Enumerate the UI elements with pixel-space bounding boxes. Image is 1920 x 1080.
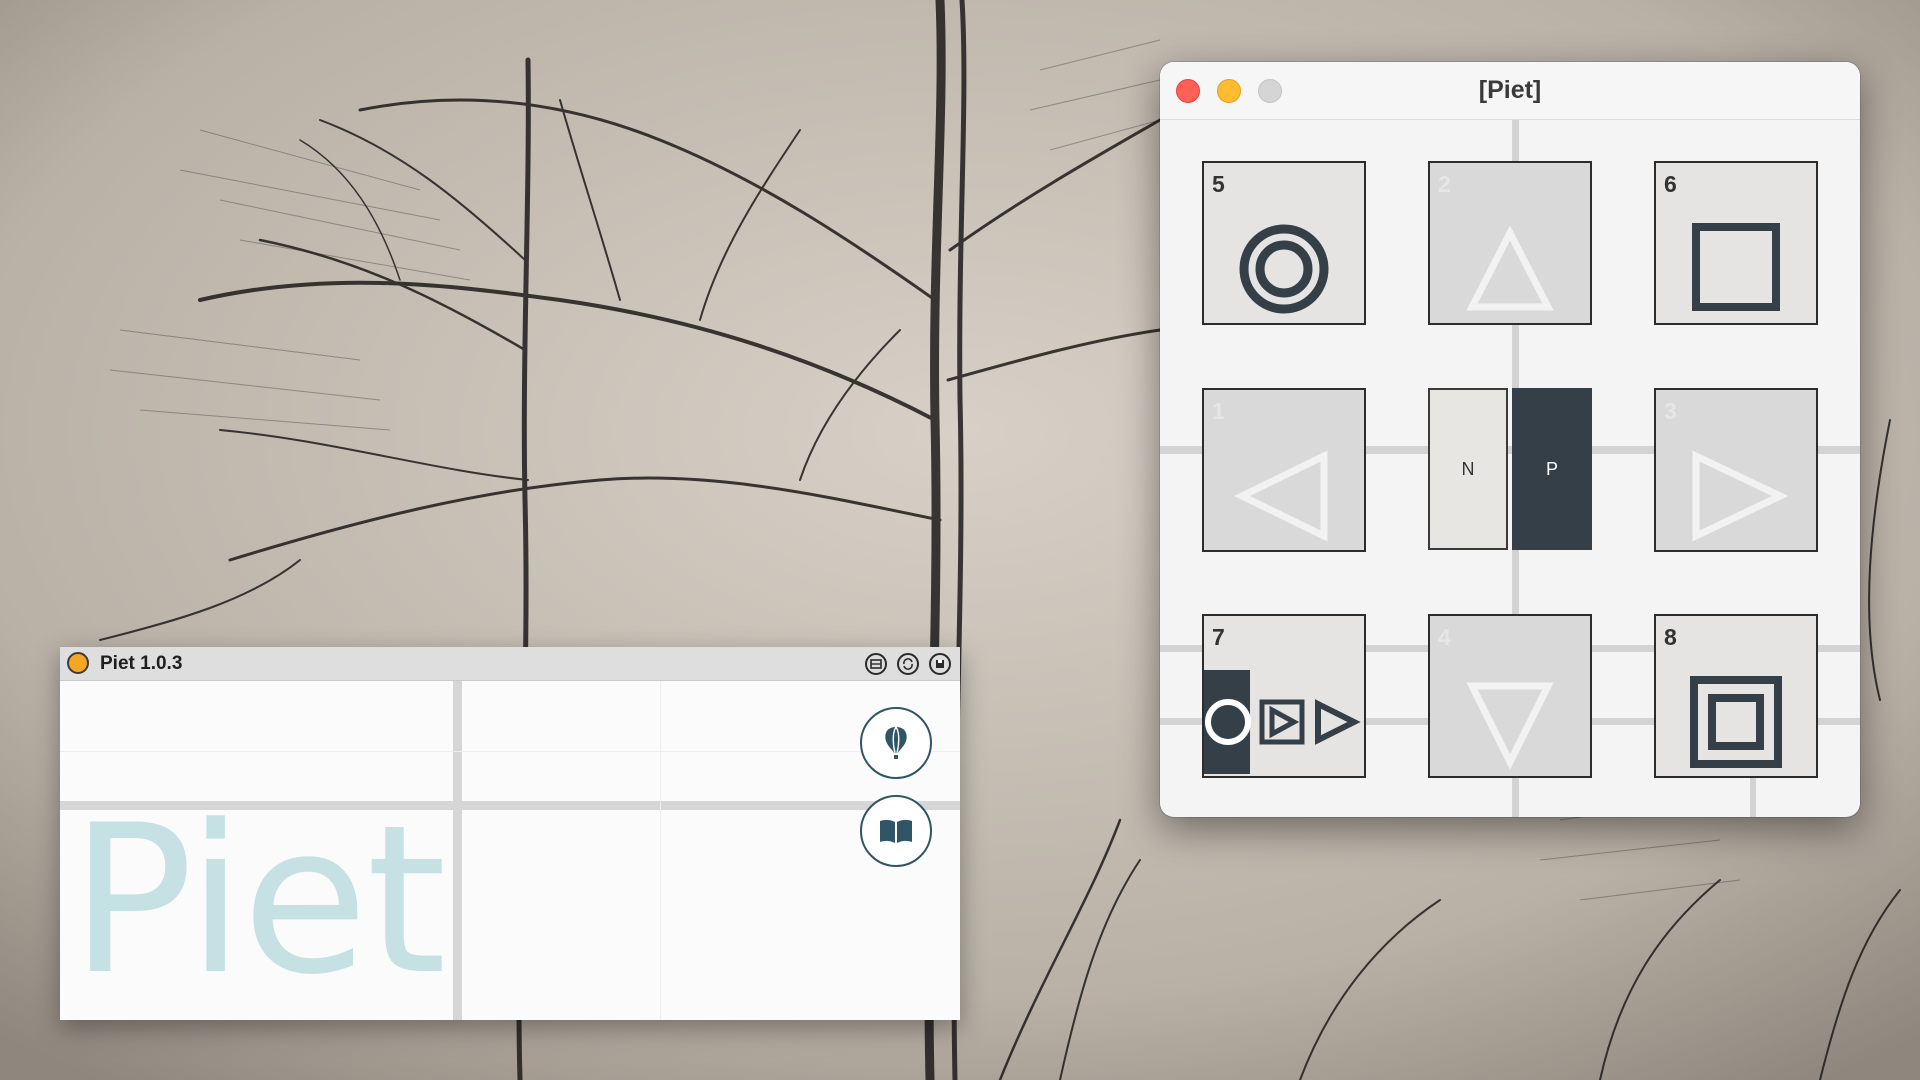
device-title: Piet 1.0.3	[100, 653, 183, 674]
device-body: Piet	[60, 681, 960, 1020]
circle-play-play-icon	[1204, 670, 1361, 774]
piet-controller-window: [Piet] 5 2 6 1 N P 3 7 4 8	[1160, 62, 1860, 817]
pad-4[interactable]: 4	[1428, 614, 1592, 778]
pad-3[interactable]: 3	[1654, 388, 1818, 552]
piet-logo-text: Piet	[70, 782, 447, 1020]
info-button[interactable]	[860, 707, 932, 779]
pad-7[interactable]: 7	[1202, 614, 1366, 778]
triangle-right-icon	[1692, 450, 1789, 542]
manual-button[interactable]	[860, 795, 932, 867]
window-titlebar[interactable]: [Piet]	[1160, 62, 1860, 120]
pad-8[interactable]: 8	[1654, 614, 1818, 778]
device-on-off-icon[interactable]	[67, 652, 89, 674]
window-title: [Piet]	[1478, 76, 1542, 104]
triangle-up-icon	[1466, 225, 1554, 311]
open-book-icon	[880, 819, 912, 843]
square-icon	[1692, 223, 1780, 311]
hot-air-balloon-icon	[885, 726, 907, 759]
device-titlebar[interactable]: Piet 1.0.3	[60, 647, 960, 681]
save-icon[interactable]	[929, 653, 951, 675]
pad-1[interactable]: 1	[1202, 388, 1366, 552]
pad-2[interactable]: 2	[1428, 161, 1592, 325]
freeze-icon[interactable]	[865, 653, 887, 675]
piet-device-window: Piet 1.0.3 Piet	[60, 647, 960, 1020]
triangle-left-icon	[1234, 450, 1328, 542]
pad-5[interactable]: 5	[1202, 161, 1366, 325]
mode-p-button[interactable]: P	[1512, 388, 1592, 550]
triangle-down-icon	[1466, 682, 1554, 770]
double-circle-icon	[1239, 224, 1329, 314]
refresh-icon[interactable]	[897, 653, 919, 675]
pad-6[interactable]: 6	[1654, 161, 1818, 325]
nested-square-icon	[1690, 676, 1782, 768]
note-pattern-toggle[interactable]: N P	[1428, 388, 1592, 550]
mode-n-button[interactable]: N	[1428, 388, 1508, 550]
